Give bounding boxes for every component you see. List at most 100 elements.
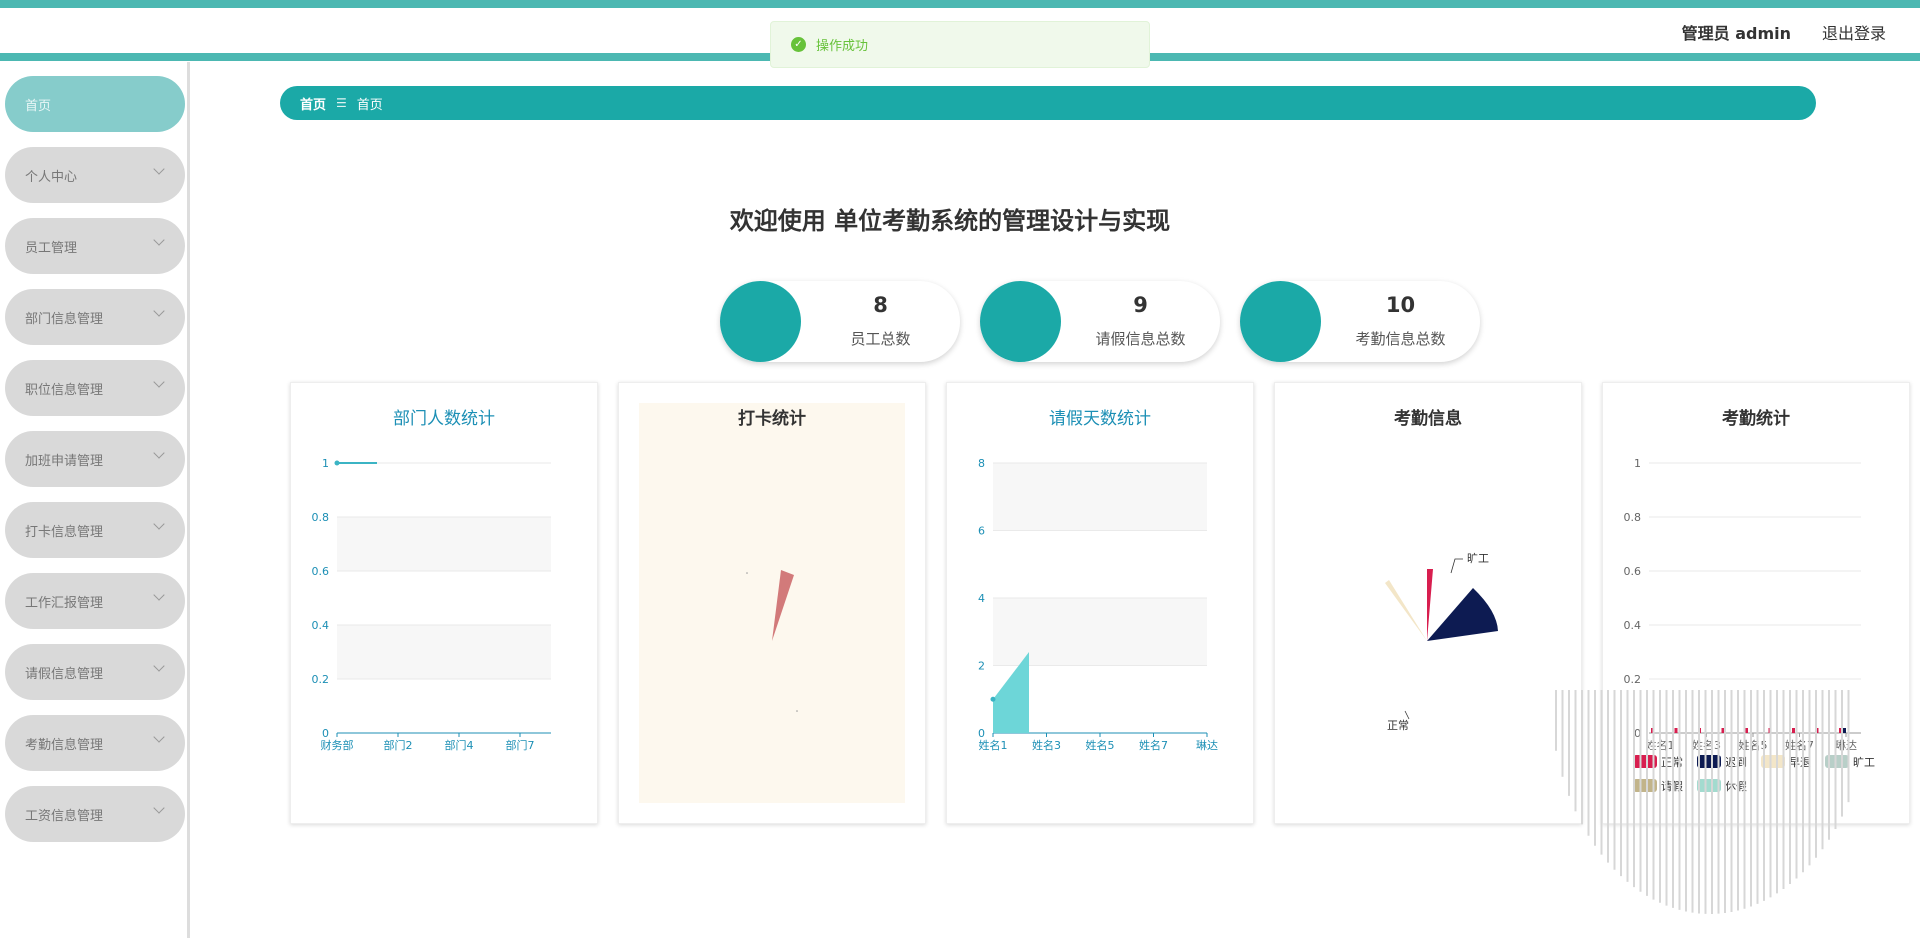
chevron-down-icon xyxy=(153,305,165,317)
data-point xyxy=(990,696,996,702)
breadcrumb-current: 首页 xyxy=(356,97,383,113)
sidebar-item-label: 考勤信息管理 xyxy=(25,737,104,753)
chart-card-dept: 0 0.2 0.4 0.6 0.8 1 财务部 部门2 部门4 部门7 部门人数统计 xyxy=(290,382,598,824)
y-tick-label: 0.8 xyxy=(1624,511,1642,524)
sidebar-item[interactable]: 个人中心 xyxy=(5,147,185,203)
chevron-down-icon xyxy=(153,731,165,743)
chevron-down-icon xyxy=(153,234,165,246)
sidebar-item-label: 部门信息管理 xyxy=(25,311,104,327)
top-stripe xyxy=(0,0,1920,8)
grid-band xyxy=(993,463,1207,531)
data-point xyxy=(334,460,340,466)
sidebar-item[interactable]: 工作汇报管理 xyxy=(5,573,185,629)
x-tick-label: 姓名5 xyxy=(1086,738,1115,752)
attendance-info-chart: 旷工正常 xyxy=(1385,551,1498,732)
chevron-down-icon xyxy=(153,518,165,530)
sidebar-item[interactable]: 打卡信息管理 xyxy=(5,502,185,558)
sidebar-item[interactable]: 工资信息管理 xyxy=(5,786,185,842)
x-tick-label: 部门2 xyxy=(384,738,413,752)
leave-days-chart: 02468姓名1 姓名3 姓名5 姓名7 琳达 xyxy=(978,457,1218,752)
y-tick-label: 0.4 xyxy=(1624,619,1642,632)
grid-band xyxy=(337,625,551,679)
y-tick-label: 0.2 xyxy=(312,673,330,686)
y-tick-label: 0.2 xyxy=(1624,673,1642,686)
y-tick-label: 4 xyxy=(978,592,985,605)
grid-band xyxy=(337,517,551,571)
y-tick-label: 6 xyxy=(978,525,985,538)
label-leader xyxy=(1450,558,1463,574)
breadcrumb-root[interactable]: 首页 xyxy=(300,94,326,113)
sidebar-item[interactable]: 考勤信息管理 xyxy=(5,715,185,771)
pie-slice xyxy=(772,570,794,641)
chart-title: 请假天数统计 xyxy=(1049,409,1151,429)
y-tick-label: 1 xyxy=(1634,457,1641,470)
welcome-title: 欢迎使用 单位考勤系统的管理设计与实现 xyxy=(729,207,1171,235)
stat-value: 9 xyxy=(1133,293,1148,317)
chevron-down-icon xyxy=(153,660,165,672)
x-tick-label: 部门4 xyxy=(445,738,474,752)
sidebar-item-label: 请假信息管理 xyxy=(25,666,104,682)
x-tick-label: 姓名3 xyxy=(1032,738,1061,752)
pie-slice xyxy=(1427,588,1498,641)
x-tick-label: 琳达 xyxy=(1196,738,1218,752)
sidebar-item-label: 加班申请管理 xyxy=(25,453,104,469)
success-toast: ✓ 操作成功 xyxy=(770,21,1150,68)
chevron-down-icon xyxy=(153,376,165,388)
sidebar-item-label: 工资信息管理 xyxy=(25,808,104,824)
y-tick-label: 2 xyxy=(978,660,985,673)
chart-card-attendance-info: 旷工 正常 考勤信息 xyxy=(1274,382,1582,824)
sidebar-item-label: 打卡信息管理 xyxy=(25,524,104,540)
y-tick-label: 0.4 xyxy=(312,619,330,632)
y-tick-label: 0.6 xyxy=(312,565,330,578)
y-tick-label: 8 xyxy=(978,457,985,470)
sidebar-item-label: 职位信息管理 xyxy=(25,382,104,398)
stat-card-employees: 8 员工总数 xyxy=(720,281,960,362)
grid-band xyxy=(993,598,1207,666)
stat-circle xyxy=(1240,281,1321,362)
chart-title: 部门人数统计 xyxy=(393,409,495,429)
stat-label: 考勤信息总数 xyxy=(1355,330,1446,348)
chevron-down-icon xyxy=(153,589,165,601)
sidebar-item[interactable]: 首页 xyxy=(5,76,185,132)
logout-button[interactable]: 退出登录 xyxy=(1822,20,1886,44)
user-label: 管理员 admin xyxy=(1681,24,1791,43)
chevron-down-icon xyxy=(153,163,165,175)
pie-dot xyxy=(796,710,798,712)
sidebar-item-label: 工作汇报管理 xyxy=(25,595,104,611)
pie-label: 正常 xyxy=(1387,719,1409,732)
y-tick-label: 1 xyxy=(322,457,329,470)
chart-card-leave-days: 0 2 4 6 8 姓名1 姓名3 姓名5 姓名7 琳达 请假天数统计 xyxy=(946,382,1254,824)
punch-chart xyxy=(746,570,798,712)
stat-label: 员工总数 xyxy=(850,330,911,348)
x-tick-label: 姓名1 xyxy=(979,738,1008,752)
sidebar-item-label: 员工管理 xyxy=(25,240,78,256)
sidebar-item[interactable]: 部门信息管理 xyxy=(5,289,185,345)
x-tick-label: 部门7 xyxy=(506,738,535,752)
x-tick-label: 姓名7 xyxy=(1139,738,1168,752)
stat-value: 10 xyxy=(1385,293,1416,317)
chevron-down-icon xyxy=(153,447,165,459)
pie-dot xyxy=(746,572,748,574)
y-tick-label: 0.8 xyxy=(312,511,330,524)
sidebar-item-label: 首页 xyxy=(25,98,52,114)
pie-slice xyxy=(1427,569,1433,641)
dept-chart: 00.20.40.60.81财务部 部门2 部门4 部门7 xyxy=(312,457,551,752)
stat-value: 8 xyxy=(873,293,888,317)
pie-label: 旷工 xyxy=(1467,551,1489,565)
stat-circle xyxy=(720,281,801,362)
sidebar-item[interactable]: 职位信息管理 xyxy=(5,360,185,416)
chart-title: 打卡统计 xyxy=(738,409,806,429)
sidebar-item[interactable]: 加班申请管理 xyxy=(5,431,185,487)
sidebar-item[interactable]: 请假信息管理 xyxy=(5,644,185,700)
sidebar: 首页个人中心员工管理部门信息管理 职位信息管理 加班申请管理 打卡信息管理 工作汇报管理… xyxy=(0,62,190,938)
check-circle-icon: ✓ xyxy=(791,37,806,52)
stat-circle xyxy=(980,281,1061,362)
label-leader xyxy=(1404,710,1410,720)
breadcrumb-separator-icon: ☰ xyxy=(336,96,347,110)
toast-message: 操作成功 xyxy=(816,39,869,54)
x-tick-label: 财务部 xyxy=(321,738,354,752)
y-tick-label: 0.6 xyxy=(1624,565,1642,578)
sidebar-item[interactable]: 员工管理 xyxy=(5,218,185,274)
stat-card-leave: 9 请假信息总数 xyxy=(980,281,1220,362)
breadcrumb: 首页 ☰ 首页 xyxy=(280,86,1816,120)
